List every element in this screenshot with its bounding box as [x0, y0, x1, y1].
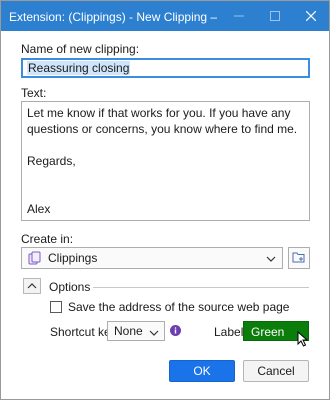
ok-button[interactable]: OK	[169, 360, 235, 382]
chevron-down-icon	[149, 327, 159, 341]
cancel-button[interactable]: Cancel	[243, 360, 309, 382]
maximize-icon	[270, 11, 280, 21]
name-label: Name of new clipping:	[21, 42, 140, 56]
clipping-name-value: Reassuring closing	[27, 61, 131, 75]
options-section-label: Options	[49, 280, 91, 294]
new-folder-icon	[292, 250, 306, 267]
new-folder-button[interactable]	[288, 247, 310, 269]
save-source-label[interactable]: Save the address of the source web page	[68, 300, 289, 314]
folder-picker[interactable]: Clippings	[21, 247, 283, 269]
label-label: Label:	[214, 325, 247, 339]
text-label: Text:	[21, 86, 47, 100]
minimize-button[interactable]	[221, 1, 257, 31]
close-icon	[306, 11, 316, 21]
chevron-up-icon	[27, 279, 37, 293]
clipping-name-input[interactable]: Reassuring closing	[21, 58, 310, 78]
clippings-folder-icon	[28, 251, 42, 265]
shortcut-key-value: None	[114, 324, 143, 338]
info-icon[interactable]	[170, 325, 181, 336]
create-in-label: Create in:	[21, 232, 74, 246]
maximize-button[interactable]	[257, 1, 293, 31]
title-bar[interactable]: Extension: (Clippings) - New Clipping — …	[1, 1, 329, 31]
window-title: Extension: (Clippings) - New Clipping — …	[9, 10, 217, 24]
save-source-checkbox[interactable]	[50, 301, 62, 313]
shortcut-key-select[interactable]: None	[107, 321, 165, 341]
minimize-icon	[234, 11, 244, 21]
options-toggle-button[interactable]	[23, 278, 41, 294]
mouse-cursor-icon	[297, 330, 309, 350]
close-button[interactable]	[293, 1, 329, 31]
clipping-text-area[interactable]: Let me know if that works for you. If yo…	[21, 101, 310, 221]
options-divider	[93, 287, 309, 288]
folder-picker-value: Clippings	[48, 251, 98, 265]
new-clipping-dialog: Extension: (Clippings) - New Clipping — …	[0, 0, 330, 400]
chevron-down-icon	[266, 253, 276, 267]
